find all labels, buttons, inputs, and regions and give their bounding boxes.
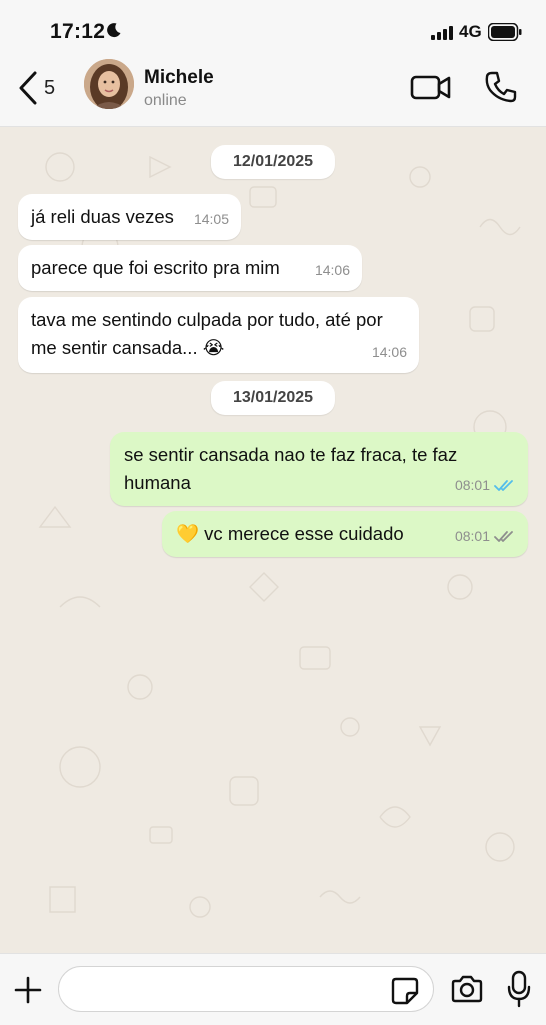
message-text: parece que foi escrito pra mim (31, 257, 280, 278)
phone-icon[interactable] (484, 70, 518, 104)
status-time: 17:12 (50, 20, 106, 43)
message-time: 14:05 (193, 211, 229, 227)
unread-count: 5 (44, 76, 56, 99)
message-meta: 14:05 (194, 205, 229, 233)
video-call-icon[interactable] (410, 72, 452, 102)
message-text: tava me sentindo culpada por tudo, até p… (31, 309, 383, 358)
message-time: 08:01 (454, 477, 490, 493)
date-separator: 12/01/2025 (210, 145, 336, 179)
message-meta: 14:06 (315, 256, 350, 284)
message-text: 💛 vc merece esse cuidado (176, 523, 404, 544)
message-bubble-incoming[interactable]: já reli duas vezes 14:05 (18, 194, 241, 240)
message-bubble-incoming[interactable]: tava me sentindo culpada por tudo, até p… (18, 297, 419, 373)
battery-icon (488, 23, 522, 41)
chat-header: 5 Michele online (0, 56, 546, 127)
network-type: 4G (459, 22, 482, 41)
message-meta: 08:01 (455, 522, 516, 550)
signal-icon (431, 26, 453, 40)
message-text: se sentir cansada nao te faz fraca, te f… (124, 444, 458, 493)
message-bubble-outgoing[interactable]: se sentir cansada nao te faz fraca, te f… (110, 432, 528, 506)
moon-icon (107, 23, 121, 38)
message-bubble-incoming[interactable]: parece que foi escrito pra mim 14:06 (18, 245, 362, 291)
avatar[interactable] (84, 59, 134, 109)
message-meta: 08:01 (455, 471, 516, 499)
date-separator: 13/01/2025 (210, 381, 336, 415)
message-meta: 14:06 (372, 338, 407, 366)
message-bubble-outgoing[interactable]: 💛 vc merece esse cuidado 08:01 (162, 511, 528, 557)
status-bar: 17:12 4G (0, 0, 546, 56)
delivered-ticks-icon (494, 530, 513, 542)
chat-area[interactable]: 12/01/2025 já reli duas vezes 14:05 pare… (0, 127, 546, 953)
plus-icon[interactable] (12, 974, 44, 1006)
contact-name[interactable]: Michele (144, 67, 214, 89)
message-time: 08:01 (454, 528, 490, 544)
sticker-icon[interactable] (390, 976, 420, 1006)
camera-icon[interactable] (450, 974, 484, 1004)
input-bar (0, 953, 546, 1025)
read-ticks-icon (494, 479, 513, 491)
back-button[interactable]: 5 (18, 68, 78, 108)
message-time: 14:06 (371, 344, 407, 360)
message-time: 14:06 (314, 262, 350, 278)
microphone-icon[interactable] (506, 970, 532, 1008)
avatar-image (84, 59, 134, 109)
contact-status: online (144, 92, 187, 109)
message-text: já reli duas vezes (31, 206, 174, 227)
message-input[interactable] (58, 966, 434, 1012)
chevron-left-icon (19, 71, 37, 105)
